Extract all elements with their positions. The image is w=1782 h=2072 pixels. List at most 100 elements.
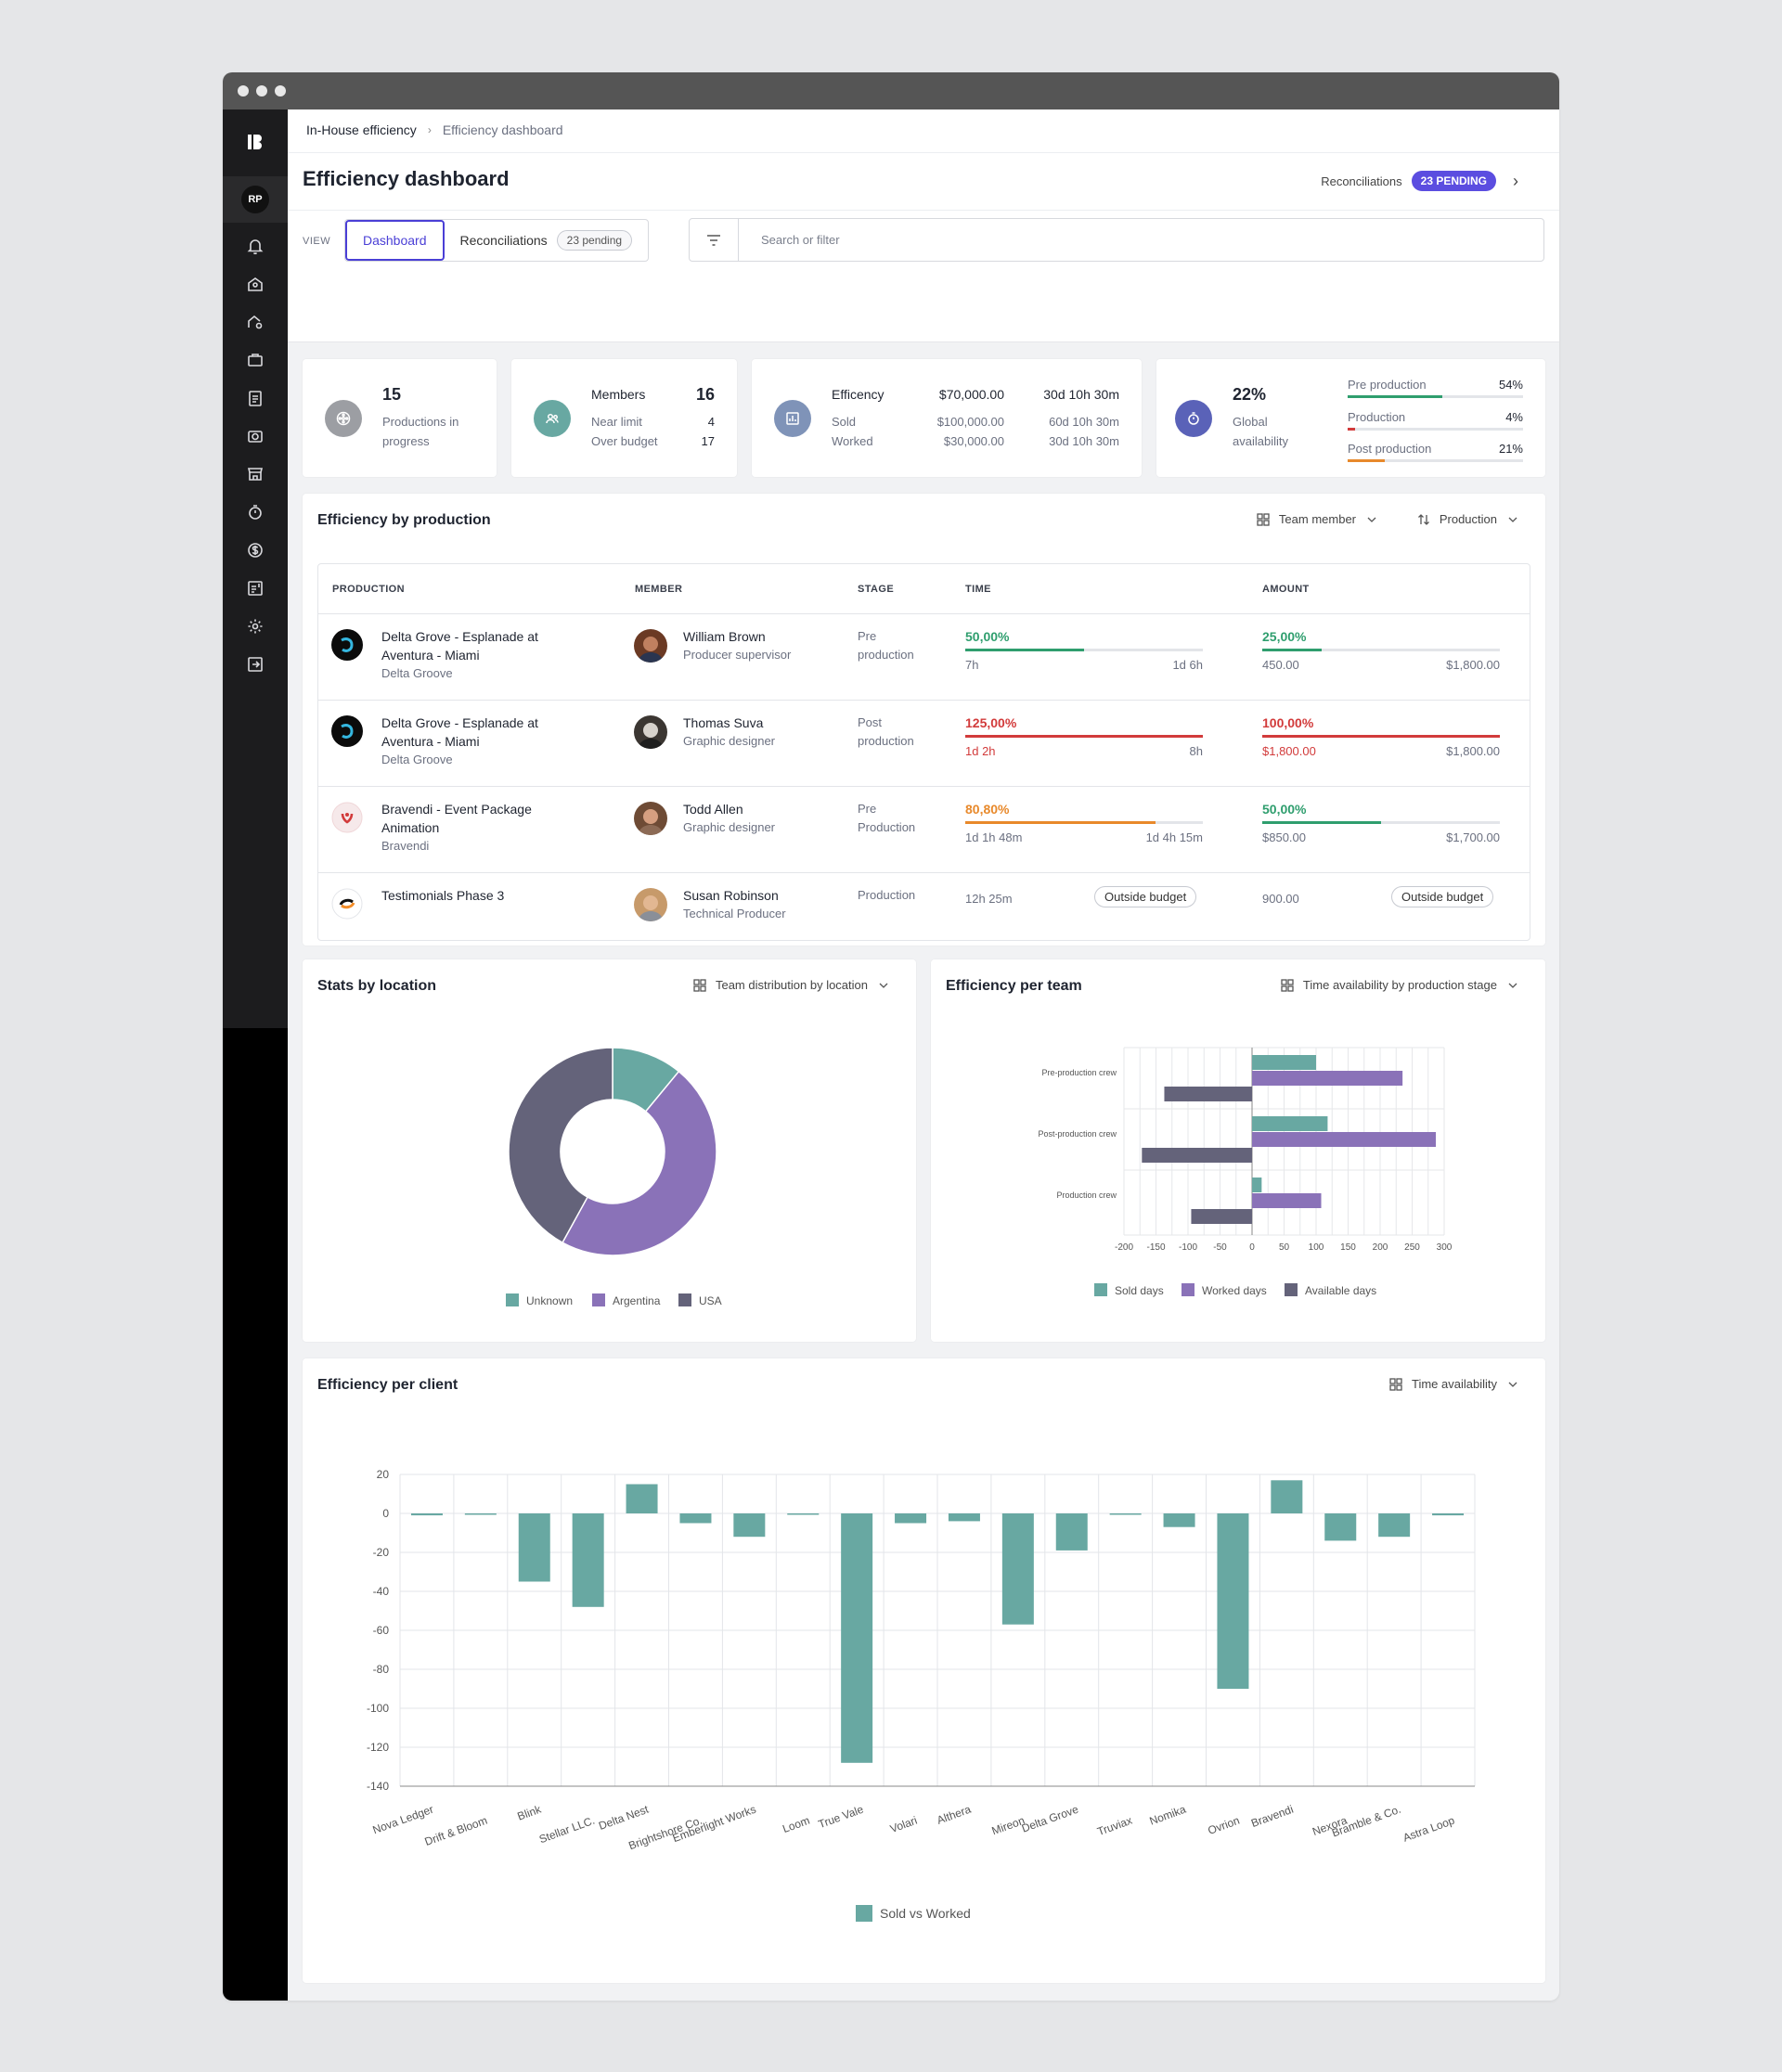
legend-label: Worked days: [1202, 1284, 1267, 1297]
report-icon[interactable]: [245, 578, 265, 598]
x-category-label: Loom: [781, 1814, 811, 1835]
home-icon[interactable]: [245, 274, 265, 294]
bar: [1252, 1132, 1437, 1147]
users-icon: [534, 400, 571, 437]
table-row[interactable]: Bravendi - Event Package Animation Bravend…: [318, 787, 1530, 873]
user-row[interactable]: RP: [223, 176, 288, 223]
legend-label: USA: [699, 1294, 722, 1307]
x-tick-label: 0: [1249, 1242, 1255, 1253]
efficiency-amount: $70,000.00: [938, 387, 1004, 402]
bar: [1163, 1513, 1195, 1527]
production-name[interactable]: Testimonials Phase 3: [381, 886, 504, 905]
legend-swatch: [592, 1293, 605, 1306]
bar: [410, 1513, 443, 1516]
store-icon[interactable]: [245, 464, 265, 484]
dollar-icon[interactable]: [245, 540, 265, 560]
x-category-label: Volari: [888, 1814, 919, 1835]
chevron-down-icon: [1508, 517, 1517, 522]
member-name[interactable]: Thomas Suva: [683, 714, 775, 732]
stage-line: Pre: [858, 802, 877, 816]
x-category-label: Astra Loop: [1401, 1814, 1457, 1845]
table-row[interactable]: Delta Grove - Esplanade at Aventura - Mia…: [318, 701, 1530, 787]
kpi-efficiency-card: Efficency $70,000.00 30d 10h 30m Sold $1…: [752, 359, 1142, 477]
bar: [1252, 1116, 1328, 1131]
tab-dashboard[interactable]: Dashboard: [345, 220, 445, 261]
reconciliations-link[interactable]: Reconciliations 23 PENDING ›: [1321, 171, 1518, 191]
filter-button[interactable]: [690, 219, 739, 261]
tab-reconciliations[interactable]: Reconciliations 23 pending: [445, 220, 649, 261]
chevron-right-icon[interactable]: ›: [1513, 172, 1518, 191]
clipboard-icon[interactable]: [245, 388, 265, 408]
breadcrumb-parent[interactable]: In-House efficiency: [306, 122, 417, 137]
chart-icon: [774, 400, 811, 437]
bar: [1055, 1513, 1088, 1551]
y-tick-label: -40: [373, 1585, 390, 1598]
bar: [1191, 1209, 1252, 1224]
bell-icon[interactable]: [245, 236, 265, 256]
production-name[interactable]: Delta Grove - Esplanade at Aventura - Mia…: [381, 627, 538, 683]
team-member-dropdown[interactable]: Team member: [1257, 512, 1378, 526]
time-progress-track: [965, 821, 1203, 824]
member-name[interactable]: Susan Robinson: [683, 886, 786, 905]
time-progress-fill: [965, 735, 1203, 738]
window-titlebar: [223, 72, 1559, 109]
member-name[interactable]: Todd Allen: [683, 800, 775, 818]
timer-icon[interactable]: [245, 502, 265, 522]
y-tick-label: -120: [367, 1741, 389, 1754]
view-label: VIEW: [303, 236, 331, 247]
column-header[interactable]: AMOUNT: [1262, 584, 1310, 595]
sort-icon: [1417, 513, 1429, 525]
user-settings-icon[interactable]: [245, 312, 265, 332]
amount-percent: 25,00%: [1262, 629, 1307, 644]
tab-badge: 23 pending: [556, 230, 633, 251]
bar: [733, 1513, 766, 1538]
table-row[interactable]: Delta Grove - Esplanade at Aventura - Mia…: [318, 614, 1530, 701]
outside-budget-badge: Outside budget: [1391, 886, 1494, 907]
amount-budget: $1,700.00: [1446, 830, 1500, 844]
table-row[interactable]: Testimonials Phase 3 Susan Robinson Techni…: [318, 873, 1530, 940]
pending-badge: 23 PENDING: [1411, 171, 1496, 191]
briefcase-icon[interactable]: [245, 350, 265, 370]
x-category-label: Truviax: [1095, 1814, 1133, 1838]
worked-label: Worked: [832, 434, 873, 448]
bar: [1001, 1513, 1034, 1625]
amount-progress-fill: [1262, 649, 1322, 651]
production-name-line: Aventura - Miami: [381, 648, 480, 663]
stage-cell: Post production: [858, 714, 914, 751]
bar: [679, 1513, 712, 1524]
column-header[interactable]: TIME: [965, 584, 991, 595]
production-logo: [331, 888, 363, 920]
x-tick-label: -150: [1146, 1242, 1165, 1253]
amount-progress-track: [1262, 821, 1500, 824]
logout-icon[interactable]: [245, 654, 265, 675]
production-dropdown[interactable]: Production: [1417, 512, 1519, 526]
kpi-availability-card: 22% Global availability Pre production 54…: [1156, 359, 1545, 477]
bar: [518, 1513, 550, 1582]
x-tick-label: 250: [1404, 1242, 1420, 1253]
camera-icon[interactable]: [245, 426, 265, 446]
bar: [1164, 1087, 1252, 1101]
bar: [1109, 1513, 1142, 1515]
stage-line: Pre: [858, 629, 877, 643]
member-info: Todd Allen Graphic designer: [683, 800, 775, 837]
sold-amount: $100,000.00: [936, 415, 1004, 429]
gear-icon[interactable]: [245, 616, 265, 637]
over-budget-value: 17: [701, 434, 715, 448]
user-avatar[interactable]: RP: [241, 186, 269, 213]
film-reel-icon: [325, 400, 362, 437]
y-tick-label: 20: [377, 1468, 390, 1481]
time-progress-track: [965, 735, 1203, 738]
column-header[interactable]: STAGE: [858, 584, 894, 595]
x-tick-label: 200: [1373, 1242, 1388, 1253]
y-tick-label: -140: [367, 1780, 389, 1793]
member-role: Graphic designer: [683, 734, 775, 748]
y-tick-label: 0: [382, 1507, 389, 1520]
stage-value: 21%: [1498, 442, 1523, 456]
member-name[interactable]: William Brown: [683, 627, 791, 646]
search-input[interactable]: Search or filter: [739, 219, 840, 261]
production-name[interactable]: Bravendi - Event Package Animation Bravend…: [381, 800, 532, 856]
column-header[interactable]: MEMBER: [635, 584, 682, 595]
production-name[interactable]: Delta Grove - Esplanade at Aventura - Mia…: [381, 714, 538, 769]
app-logo-icon[interactable]: [245, 132, 265, 152]
column-header[interactable]: PRODUCTION: [332, 584, 405, 595]
